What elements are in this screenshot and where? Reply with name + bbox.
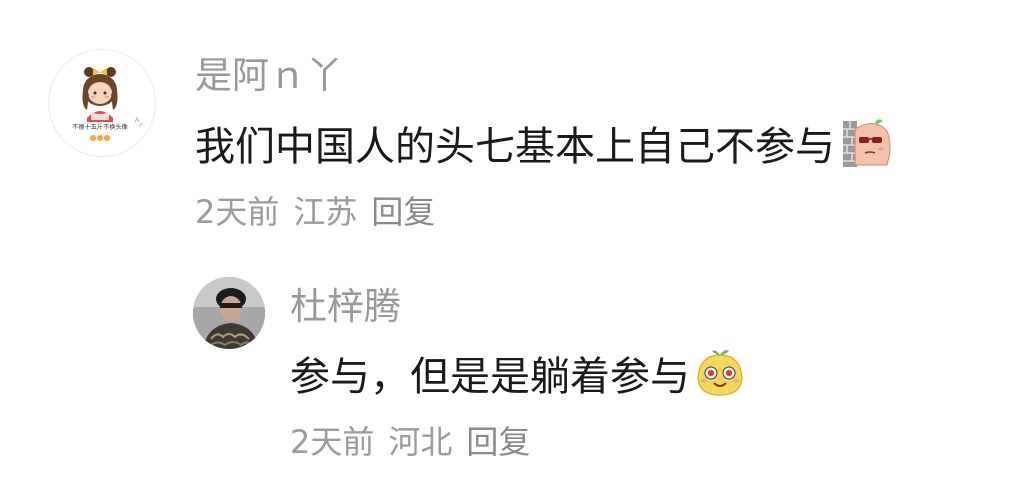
- reply-button[interactable]: 回复: [371, 190, 435, 234]
- cartoon-girl-avatar-icon: 不瘦十五斤不换头像: [72, 67, 143, 141]
- reply-time: 2天前: [290, 423, 375, 461]
- comment-text-content: 我们中国人的头七基本上自己不参与: [195, 124, 835, 170]
- peeking-behind-wall-icon: [839, 115, 895, 171]
- comment-text: 我们中国人的头七基本上自己不参与: [195, 113, 895, 173]
- avatar-caption: 不瘦十五斤不换头像: [72, 123, 128, 131]
- reply-text-content: 参与，但是是躺着参与: [290, 354, 690, 400]
- comment-username[interactable]: 是阿ｎ丫: [195, 52, 343, 100]
- comment-meta: 2天前 江苏 回复: [195, 190, 435, 234]
- reply-text: 参与，但是是躺着参与: [290, 343, 746, 403]
- comment-thread: 不瘦十五斤不换头像 是阿ｎ丫 我们中国人的头七基本上自己不参与 2天前 江苏 回…: [0, 0, 1018, 489]
- reply-username[interactable]: 杜梓腾: [290, 283, 401, 331]
- avatar[interactable]: [193, 277, 265, 349]
- reply-meta: 2天前 河北 回复: [290, 420, 530, 464]
- comment-time: 2天前: [195, 193, 280, 231]
- comment-location: 江苏: [293, 193, 358, 231]
- sly-face-icon: [694, 347, 746, 399]
- reply-location: 河北: [388, 423, 453, 461]
- user-photo-avatar-icon: [193, 277, 265, 349]
- reply-button[interactable]: 回复: [466, 420, 530, 464]
- avatar[interactable]: 不瘦十五斤不换头像: [48, 49, 156, 157]
